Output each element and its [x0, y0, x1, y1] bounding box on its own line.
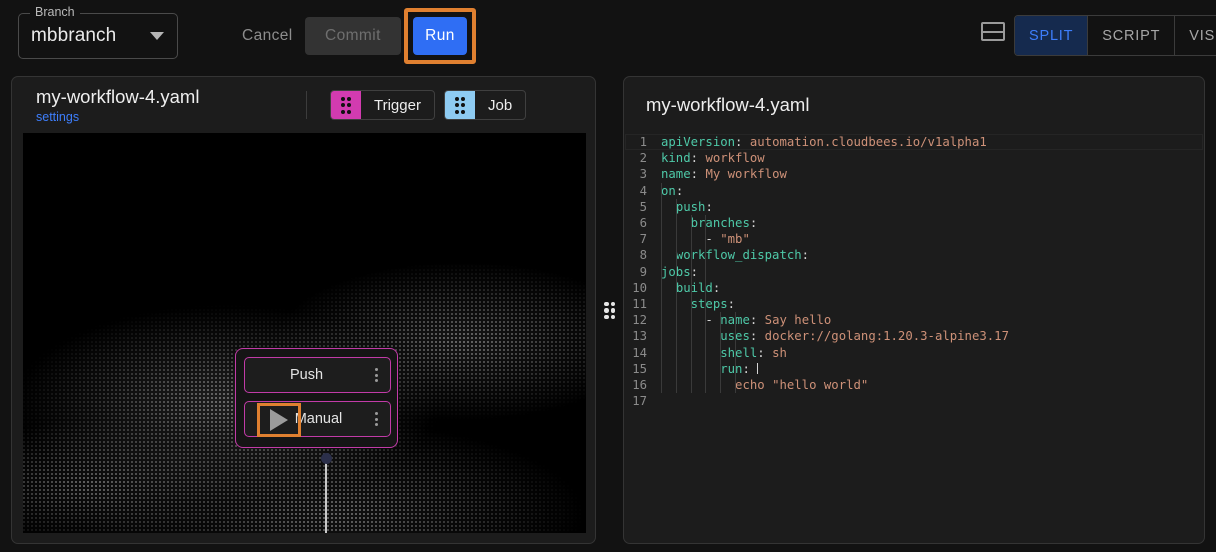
tab-split[interactable]: SPLIT [1015, 16, 1089, 55]
yaml-code-editor[interactable]: 1 apiVersion: automation.cloudbees.io/v1a… [625, 129, 1203, 542]
line-number: 1 [639, 135, 647, 150]
line-number: 8 [639, 248, 647, 263]
code-text: on: [661, 183, 684, 198]
split-layout-icon[interactable] [981, 22, 1005, 41]
code-text: apiVersion: automation.cloudbees.io/v1al… [661, 135, 987, 150]
workflow-editor-app: Branch mbbranch Cancel Commit Run SPLIT … [0, 0, 1216, 552]
run-button-highlight: Run [404, 8, 476, 64]
line-number: 16 [632, 377, 647, 392]
tab-visual[interactable]: VISUAL [1175, 16, 1216, 55]
code-line: 12 - name: Say hello [625, 312, 1203, 328]
more-vertical-icon[interactable] [368, 412, 390, 426]
graph-edge [325, 458, 327, 533]
add-trigger-button[interactable]: Trigger [330, 90, 435, 120]
code-text: steps: [690, 296, 736, 311]
code-line: 15 run: [625, 361, 1203, 377]
workflow-canvas[interactable]: Push Manual build [23, 133, 586, 533]
drag-handle-icon[interactable] [604, 301, 616, 319]
code-text: kind: workflow [661, 151, 765, 166]
code-text: - name: Say hello [661, 313, 832, 328]
code-line: 17 [625, 393, 1203, 409]
code-text: - "mb" [661, 232, 750, 247]
code-text: name: My workflow [661, 167, 787, 182]
line-number: 6 [639, 216, 647, 231]
code-line: 11 steps: [625, 296, 1203, 312]
code-text: jobs: [661, 264, 699, 279]
code-text: branches: [690, 216, 758, 231]
branch-selector-label: Branch [30, 6, 80, 19]
line-number: 17 [632, 394, 647, 409]
dot-grid-icon [445, 91, 475, 119]
code-line: 14 shell: sh [625, 344, 1203, 360]
trigger-group[interactable]: Push Manual [235, 348, 398, 448]
dot-grid-icon [331, 91, 361, 119]
code-line: 9 jobs: [625, 264, 1203, 280]
line-number: 9 [639, 264, 647, 279]
code-line: 13 uses: docker://golang:1.20.3-alpine3.… [625, 328, 1203, 344]
line-number: 5 [639, 199, 647, 214]
line-number: 13 [632, 329, 647, 344]
line-number: 15 [632, 361, 647, 376]
visual-editor-panel: my-workflow-4.yaml settings Trigger Job [11, 76, 596, 544]
commit-button[interactable]: Commit [305, 17, 401, 55]
node-manual[interactable]: Manual [244, 401, 391, 437]
canvas-background-texture [23, 133, 586, 533]
graph-edge-start-port [320, 453, 332, 464]
code-text: shell: sh [720, 345, 787, 360]
view-mode-toggle: SPLIT SCRIPT VISUAL [1014, 15, 1216, 56]
code-text: run: [720, 361, 759, 376]
code-text: workflow_dispatch: [675, 248, 810, 263]
code-text: push: [675, 199, 713, 214]
settings-link[interactable]: settings [36, 110, 79, 124]
line-number: 4 [639, 183, 647, 198]
code-line: 1 apiVersion: automation.cloudbees.io/v1a… [625, 134, 1203, 150]
line-number: 11 [632, 296, 647, 311]
play-button-highlight [257, 403, 301, 437]
code-editor-title: my-workflow-4.yaml [646, 94, 810, 115]
line-number: 7 [639, 232, 647, 247]
add-job-label: Job [488, 96, 513, 114]
code-line: 8 workflow_dispatch: [625, 247, 1203, 263]
text-cursor [757, 362, 759, 374]
play-icon[interactable] [270, 409, 288, 431]
line-number: 14 [632, 345, 647, 360]
code-line: 2 kind: workflow [625, 150, 1203, 166]
code-text: uses: docker://golang:1.20.3-alpine3.17 [720, 329, 1009, 344]
code-line: 5 push: [625, 199, 1203, 215]
branch-selector-value: mbbranch [31, 25, 117, 46]
add-job-button[interactable]: Job [444, 90, 527, 120]
panel-splitter[interactable] [601, 290, 618, 330]
top-toolbar: Branch mbbranch Cancel Commit Run SPLIT … [0, 0, 1216, 72]
line-number: 10 [632, 280, 647, 295]
code-editor-panel: my-workflow-4.yaml 1 apiVersion: automati… [623, 76, 1205, 544]
code-line: 10 build: [625, 280, 1203, 296]
add-trigger-label: Trigger [374, 96, 421, 114]
line-number: 3 [639, 167, 647, 182]
visual-editor-header: my-workflow-4.yaml settings Trigger Job [12, 77, 595, 133]
run-button[interactable]: Run [413, 17, 467, 55]
code-line: 3 name: My workflow [625, 166, 1203, 182]
more-vertical-icon[interactable] [368, 368, 390, 382]
line-number: 12 [632, 313, 647, 328]
tab-script[interactable]: SCRIPT [1088, 16, 1176, 55]
chevron-down-icon[interactable] [150, 32, 164, 40]
node-push-label: Push [289, 367, 324, 383]
cancel-button[interactable]: Cancel [222, 17, 313, 55]
code-line: 7 - "mb" [625, 231, 1203, 247]
code-line: 16 echo "hello world" [625, 377, 1203, 393]
node-push[interactable]: Push [244, 357, 391, 393]
code-line: 4 on: [625, 183, 1203, 199]
header-divider [306, 91, 307, 119]
code-text: echo "hello world" [735, 377, 869, 392]
code-line: 6 branches: [625, 215, 1203, 231]
line-number: 2 [639, 151, 647, 166]
code-text: build: [675, 280, 721, 295]
page-title: my-workflow-4.yaml [36, 86, 200, 107]
branch-selector[interactable]: Branch mbbranch [18, 6, 178, 59]
